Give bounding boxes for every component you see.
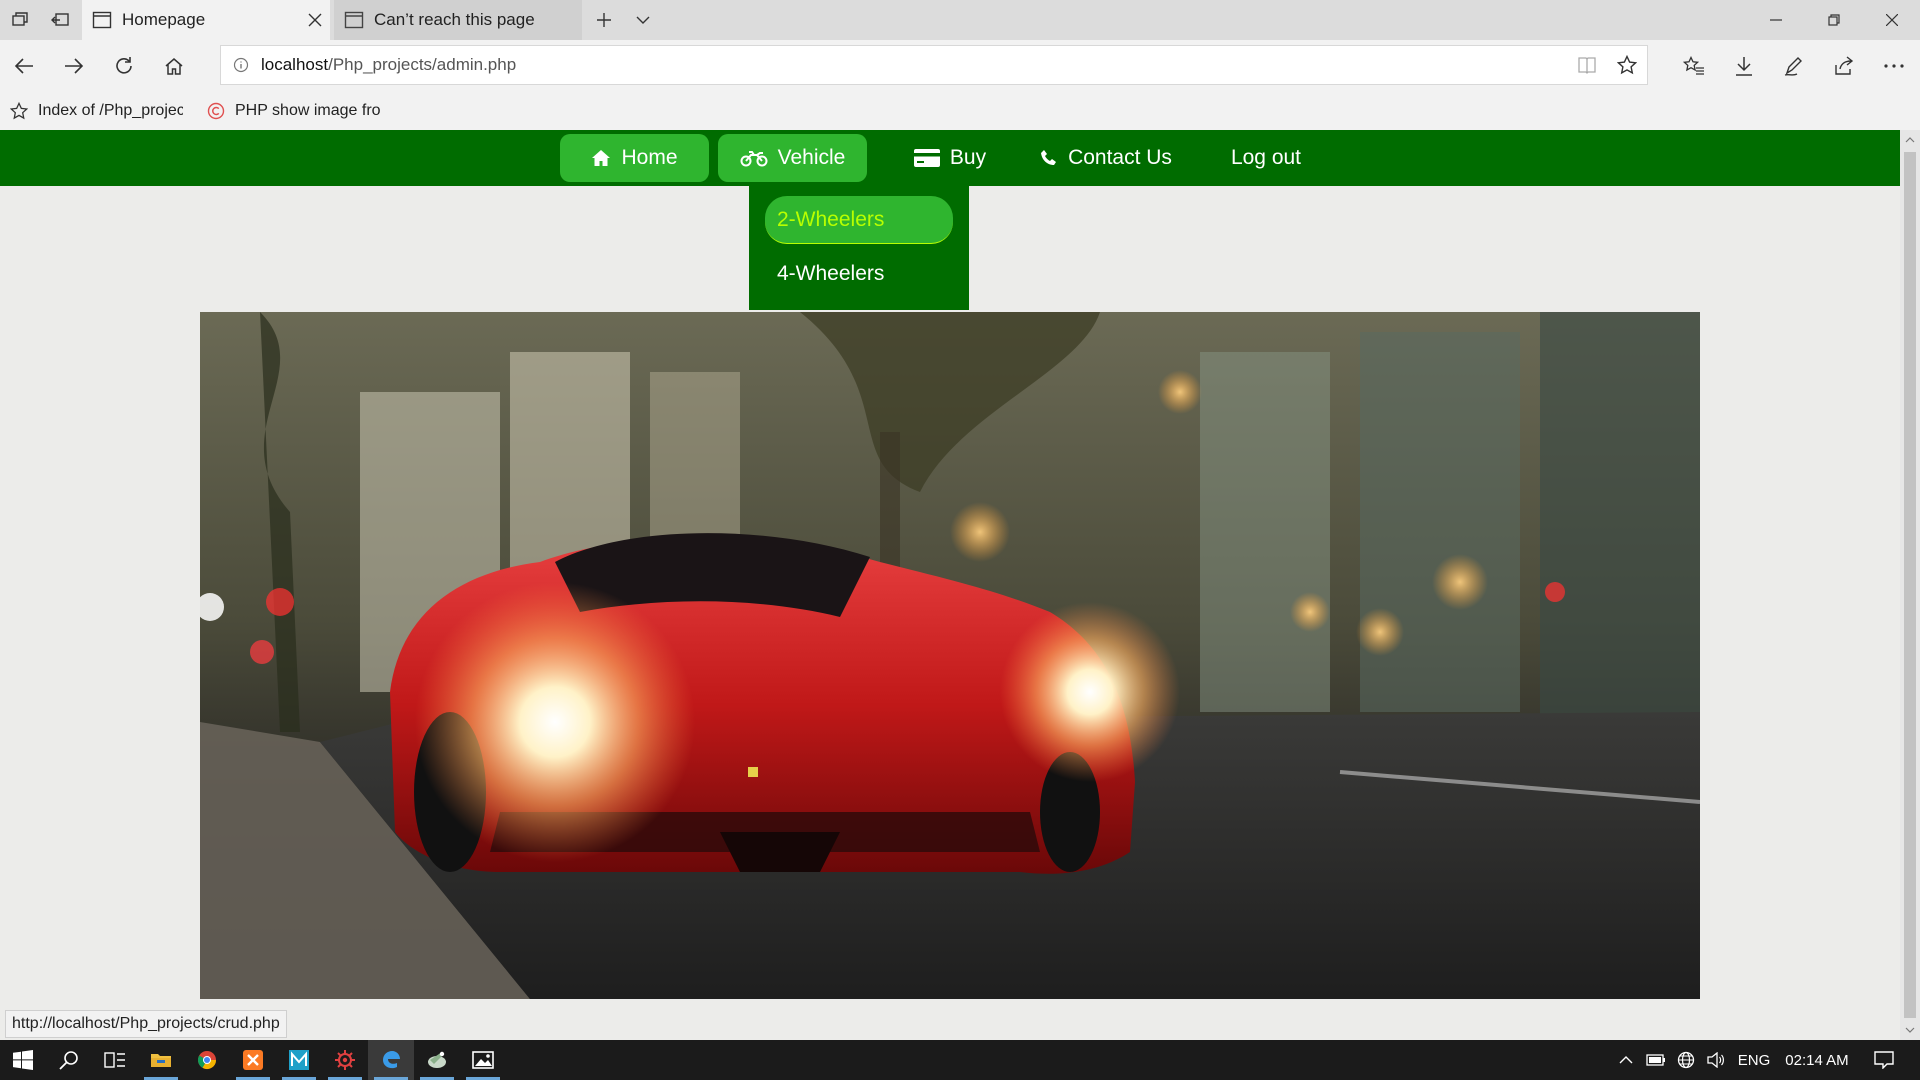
vehicle-dropdown: 2-Wheelers 4-Wheelers [749,186,969,310]
tab-manager-icon[interactable] [0,0,40,40]
scroll-thumb[interactable] [1904,152,1916,1018]
download-icon[interactable] [1722,46,1766,86]
menu-logout-label: Log out [1230,146,1302,169]
credit-card-icon [913,149,940,167]
action-center-icon[interactable] [1864,1040,1904,1080]
app-icon[interactable] [414,1040,460,1080]
dropdown-4-wheelers[interactable]: 4-Wheelers [765,250,953,298]
hero-car-image [200,312,1700,999]
close-window-icon[interactable] [1864,0,1920,40]
more-options-icon[interactable] [1872,46,1916,86]
tab-label: Can’t reach this page [374,10,535,29]
windows-start-icon[interactable] [0,1040,46,1080]
menu-vehicle-label: Vehicle [777,146,846,169]
phone-icon [1040,149,1058,167]
site-menu-bar: Home Vehicle Buy Contact Us Log out [0,130,1900,186]
tab-preview-chevron-icon[interactable] [624,0,662,40]
menu-buy-label: Buy [949,146,987,169]
favorites-hub-icon[interactable] [1672,46,1716,86]
set-tabs-aside-icon[interactable] [40,0,80,40]
page-icon [344,11,364,29]
back-icon[interactable] [4,46,44,86]
menu-buy[interactable]: Buy [900,134,1000,182]
menu-contact-us[interactable]: Contact Us [1036,134,1176,182]
chrome-icon[interactable] [184,1040,230,1080]
browser-tab-bar: Homepage Can’t reach this page [0,0,1920,40]
home-icon[interactable] [154,46,194,86]
web-note-pen-icon[interactable] [1772,46,1816,86]
page-scrollbar[interactable] [1900,130,1920,1040]
minimize-icon[interactable] [1748,0,1804,40]
menu-contact-label: Contact Us [1068,146,1172,169]
reading-view-icon[interactable] [1567,56,1607,74]
address-bar[interactable]: localhost/Php_projects/admin.php [220,45,1648,85]
scroll-up-icon[interactable] [1900,130,1920,150]
star-icon [10,102,28,120]
favorite-label: Index of /Php_projec [38,102,183,119]
share-icon[interactable] [1822,46,1866,86]
clock[interactable]: 02:14 AM [1776,1040,1858,1080]
menu-log-out[interactable]: Log out [1216,134,1316,182]
network-globe-icon[interactable] [1672,1040,1700,1080]
tab-label: Homepage [122,10,206,29]
favorite-star-icon[interactable] [1607,55,1647,75]
address-text[interactable]: localhost/Php_projects/admin.php [261,55,1567,75]
address-host: localhost [261,55,329,74]
menu-home[interactable]: Home [560,134,709,182]
status-url-tooltip: http://localhost/Php_projects/crud.php [5,1010,287,1038]
refresh-icon[interactable] [104,46,144,86]
motorcycle-icon [740,149,768,167]
home-icon [591,149,611,167]
edge-icon[interactable] [368,1040,414,1080]
favorites-bar: Index of /Php_projec PHP show image fro [0,92,1920,130]
windows-taskbar: ENG 02:14 AM [0,1040,1920,1080]
battery-icon[interactable] [1642,1040,1670,1080]
favorite-label: PHP show image fro [235,102,380,119]
favorite-index-of[interactable]: Index of /Php_projec [10,102,183,120]
volume-icon[interactable] [1702,1040,1730,1080]
restore-icon[interactable] [1806,0,1862,40]
xampp-icon[interactable] [230,1040,276,1080]
input-language[interactable]: ENG [1732,1040,1776,1080]
task-view-icon[interactable] [92,1040,138,1080]
file-explorer-icon[interactable] [138,1040,184,1080]
browser-toolbar: localhost/Php_projects/admin.php [0,40,1920,92]
dropdown-2-wheelers[interactable]: 2-Wheelers [765,196,953,244]
show-hidden-icons-chevron-icon[interactable] [1612,1040,1640,1080]
web-page: Home Vehicle Buy Contact Us Log out 2-Wh… [0,130,1900,1040]
copyright-site-icon [207,102,225,120]
address-path: /Php_projects/admin.php [328,55,517,74]
mysql-workbench-icon[interactable] [276,1040,322,1080]
page-icon [92,11,112,29]
search-icon[interactable] [46,1040,92,1080]
tab-cant-reach[interactable]: Can’t reach this page [334,0,582,40]
new-tab-icon[interactable] [585,0,623,40]
settings-gear-icon[interactable] [322,1040,368,1080]
site-info-icon[interactable] [221,57,261,73]
tab-homepage[interactable]: Homepage [82,0,330,40]
favorite-php-show-image[interactable]: PHP show image fro [207,102,380,120]
photos-icon[interactable] [460,1040,506,1080]
close-tab-icon[interactable] [300,13,330,27]
forward-icon[interactable] [54,46,94,86]
scroll-down-icon[interactable] [1900,1020,1920,1040]
menu-home-label: Home [621,146,678,169]
menu-vehicle[interactable]: Vehicle [718,134,867,182]
